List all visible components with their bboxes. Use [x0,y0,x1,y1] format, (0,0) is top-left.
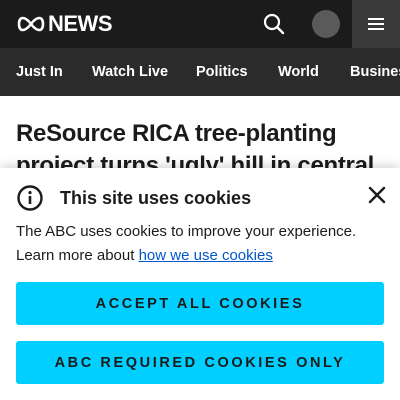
abc-news-logo[interactable]: NEWS [16,11,113,36]
nav-item-watch-live[interactable]: Watch Live [92,48,168,96]
logo-wordmark: NEWS [48,11,113,36]
menu-button[interactable] [352,0,400,48]
abc-lissajous-logo-icon [17,16,45,32]
close-cookie-banner-button[interactable] [364,182,390,208]
close-icon [368,186,386,204]
required-cookies-only-button[interactable]: ABC REQUIRED COOKIES ONLY [16,341,384,384]
info-icon [17,185,43,211]
accept-all-cookies-button[interactable]: ACCEPT ALL COOKIES [16,282,384,325]
cookie-banner-header: This site uses cookies [16,184,251,212]
profile-avatar[interactable] [312,10,340,38]
nav-item-politics[interactable]: Politics [196,48,248,96]
cookie-banner: This site uses cookies The ABC uses cook… [0,168,400,400]
top-header: NEWS [0,0,400,48]
cookie-banner-title: This site uses cookies [60,187,252,208]
cookie-banner-text: The ABC uses cookies to improve your exp… [16,220,386,268]
hamburger-menu-icon [368,18,384,30]
nav-item-business[interactable]: Business [350,48,400,96]
cookie-policy-link[interactable]: how we use cookies [139,247,273,264]
search-button[interactable] [258,8,290,40]
search-icon [263,13,285,35]
nav-item-just-in[interactable]: Just In [16,48,63,96]
nav-item-world[interactable]: World [278,48,319,96]
section-nav: Just In Watch Live Politics World Busine… [0,48,400,96]
